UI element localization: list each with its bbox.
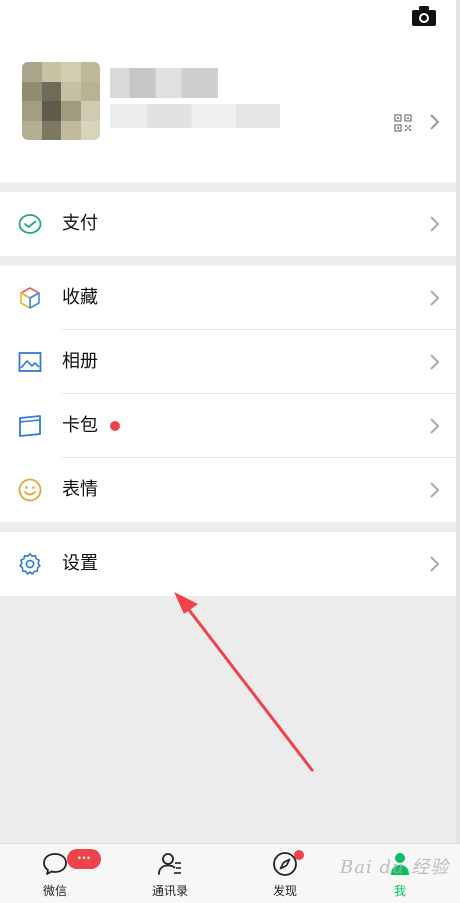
unread-badge: ···: [67, 849, 101, 869]
chevron-right-icon: [430, 482, 440, 498]
profile-header[interactable]: [0, 0, 460, 182]
smiley-icon: [18, 478, 42, 502]
menu-item-label: 支付: [62, 213, 98, 234]
menu-item-stickers[interactable]: 表情: [0, 458, 460, 522]
menu-item-label: 卡包: [62, 415, 98, 436]
avatar[interactable]: [22, 62, 100, 140]
menu-item-favorites[interactable]: 收藏: [0, 266, 460, 330]
tab-label: 我: [393, 884, 406, 898]
camera-icon[interactable]: [410, 4, 438, 28]
chevron-right-icon: [430, 354, 440, 370]
tab-chats[interactable]: ··· 微信: [5, 844, 105, 903]
wechat-id: [110, 104, 280, 128]
tab-contacts[interactable]: 通讯录: [120, 844, 220, 903]
contacts-icon: [158, 853, 181, 875]
tab-label: 微信: [42, 884, 67, 898]
watermark: Bai du 经验: [340, 857, 450, 878]
menu-item-settings[interactable]: 设置: [0, 532, 460, 596]
scrollbar[interactable]: [456, 0, 460, 843]
chat-bubble-icon: [43, 853, 67, 875]
chevron-right-icon: [430, 216, 440, 232]
menu-item-cards[interactable]: 卡包: [0, 394, 460, 458]
tab-discover[interactable]: 发现: [235, 844, 335, 903]
chevron-right-icon: [430, 556, 440, 572]
gear-icon: [19, 553, 41, 575]
qr-code-icon: [394, 114, 412, 132]
cube-icon: [20, 287, 40, 309]
wallet-icon: [18, 214, 42, 234]
menu-item-pay[interactable]: 支付: [0, 192, 460, 256]
settings-section: 设置: [0, 532, 460, 596]
chevron-right-icon: [430, 290, 440, 306]
menu-item-label: 收藏: [62, 287, 98, 308]
menu-item-label: 设置: [62, 553, 98, 574]
menu-item-label: 相册: [62, 351, 98, 372]
tab-label: 通讯录: [151, 884, 188, 898]
discover-notification-dot: [294, 850, 304, 860]
menu-item-album[interactable]: 相册: [0, 330, 460, 394]
notification-dot: [110, 421, 120, 431]
pay-section: 支付: [0, 192, 460, 256]
picture-icon: [18, 352, 42, 372]
chevron-right-icon: [430, 418, 440, 434]
menu-item-label: 表情: [62, 479, 98, 500]
tab-label: 发现: [272, 884, 297, 898]
chevron-right-icon: [430, 114, 440, 130]
card-icon: [19, 415, 41, 437]
profile-name: [110, 68, 218, 98]
features-section: 收藏 相册 卡包 表情: [0, 266, 460, 522]
